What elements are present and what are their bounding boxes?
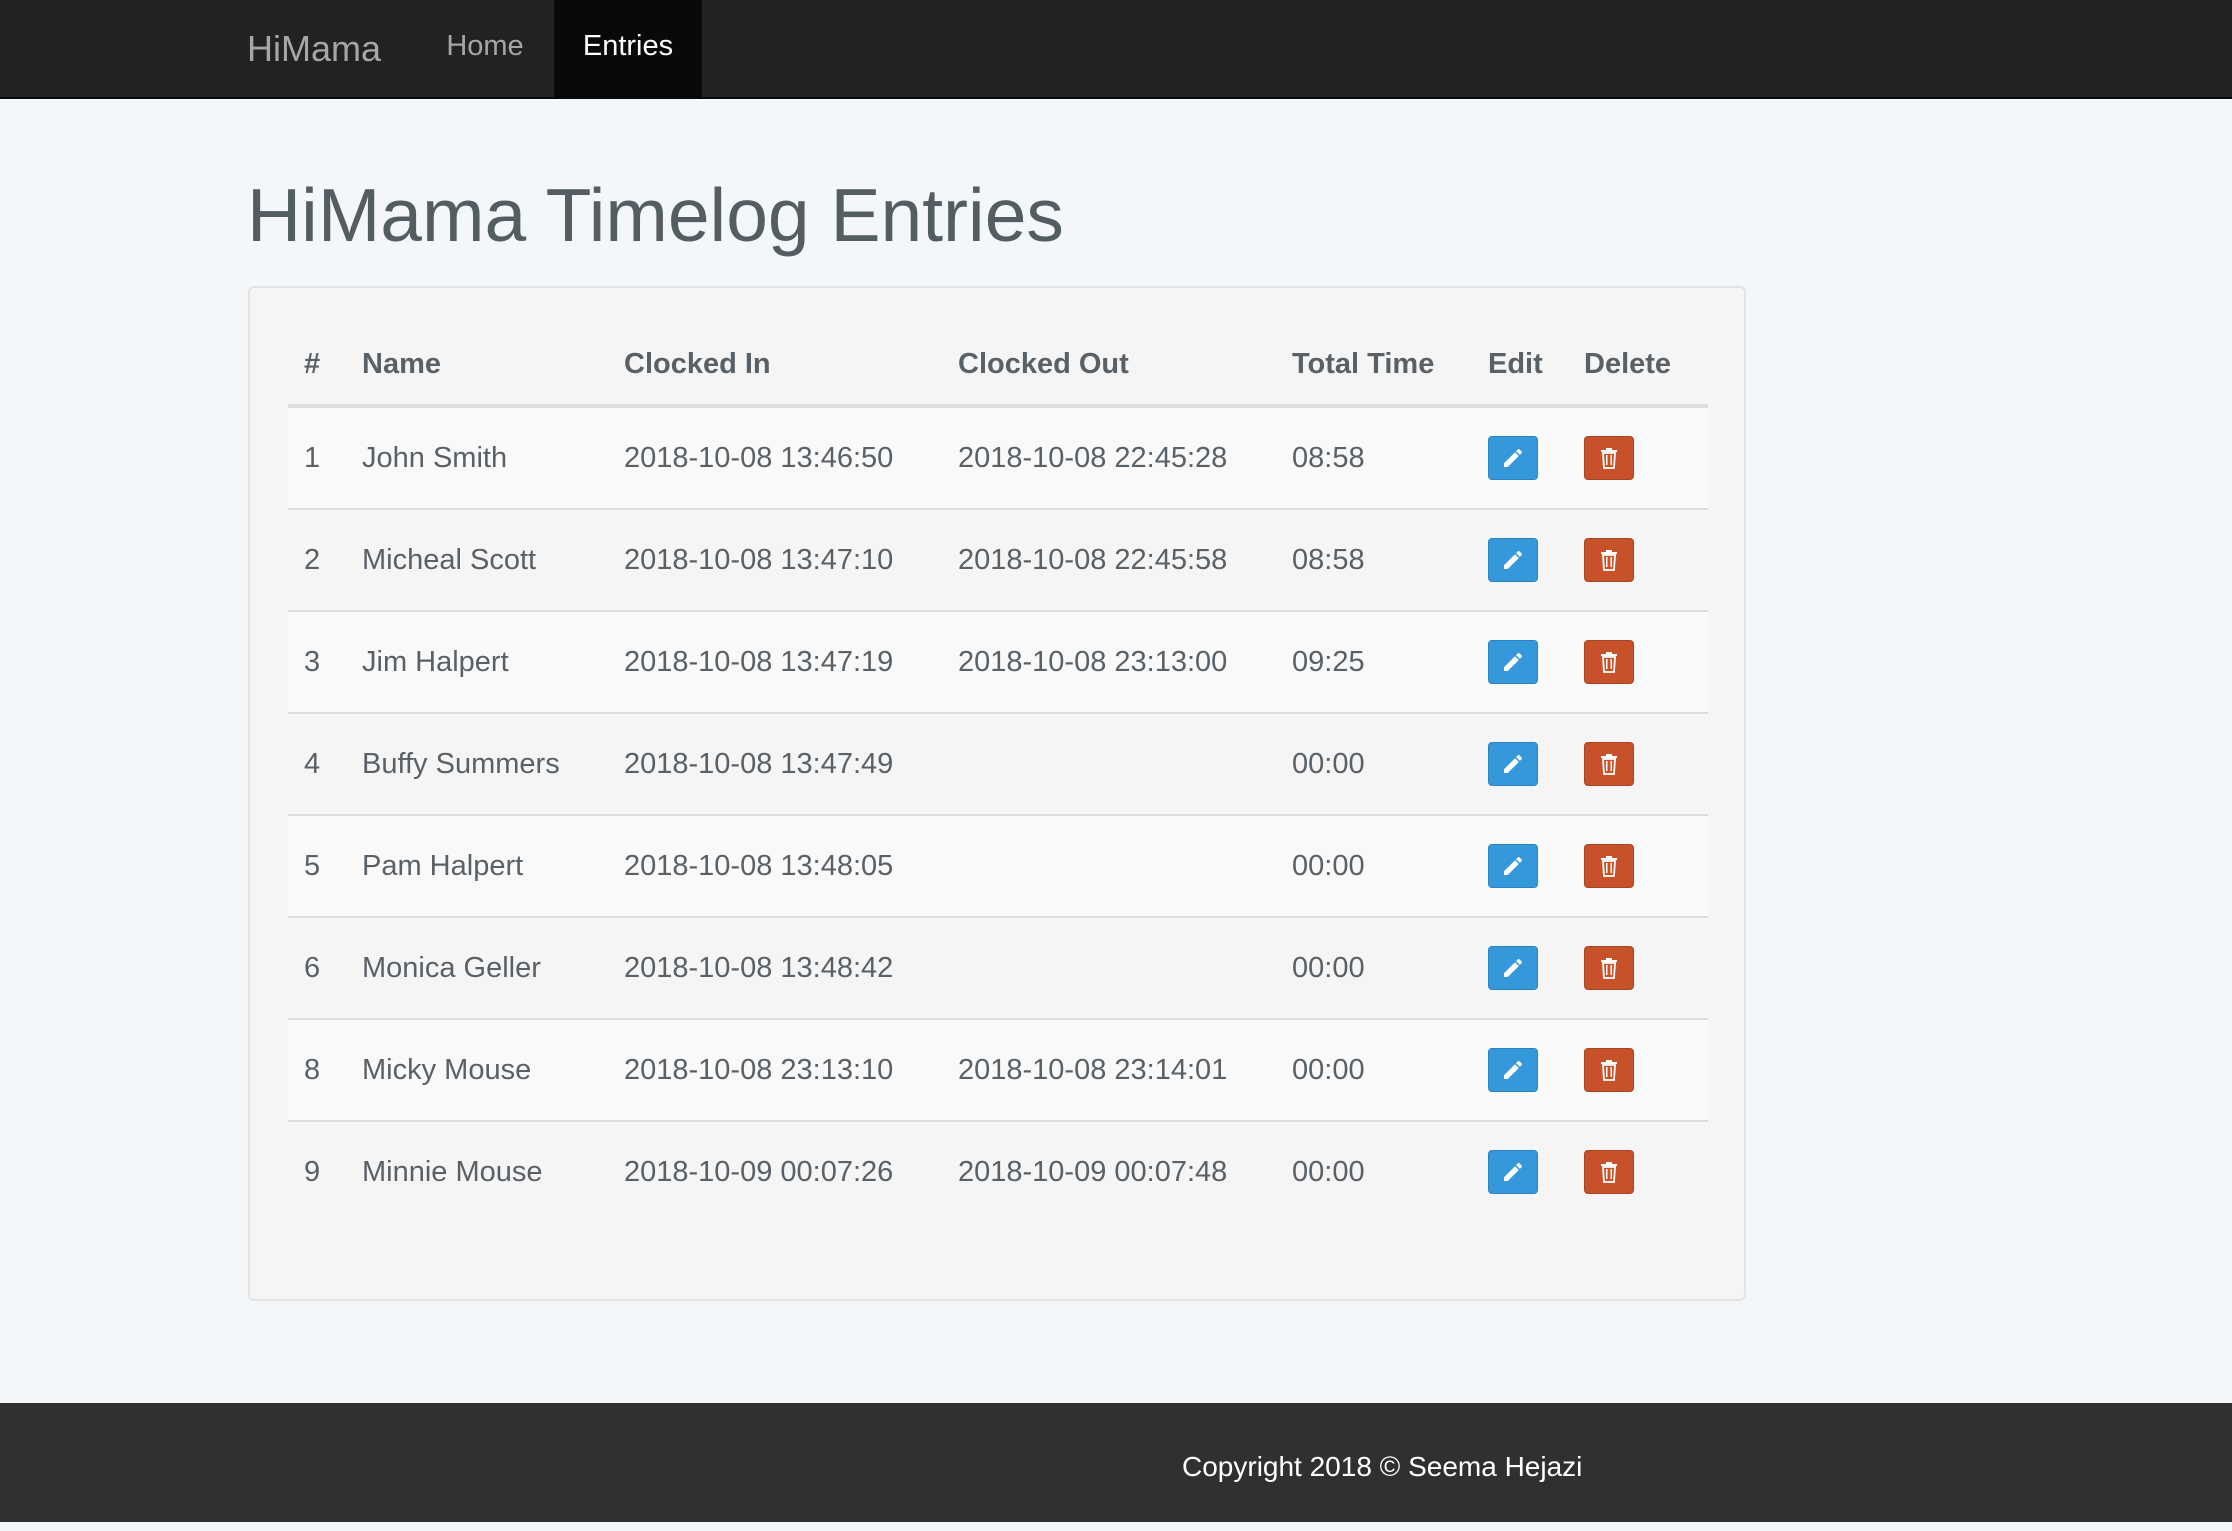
row-clocked-out: 2018-10-08 22:45:28 xyxy=(942,406,1276,509)
column-header-name: Name xyxy=(346,324,608,408)
row-name: Micheal Scott xyxy=(346,508,608,611)
edit-button[interactable] xyxy=(1488,640,1538,684)
row-delete-cell xyxy=(1568,1120,1708,1222)
column-header-number: # xyxy=(288,324,346,408)
column-header-clocked-out: Clocked Out xyxy=(942,324,1276,408)
column-header-total-time: Total Time xyxy=(1276,324,1472,408)
delete-button[interactable] xyxy=(1584,946,1634,990)
row-clocked-in: 2018-10-08 13:48:05 xyxy=(608,814,942,917)
row-clocked-out xyxy=(942,712,1276,815)
row-clocked-in: 2018-10-08 13:46:50 xyxy=(608,406,942,509)
row-total-time: 08:58 xyxy=(1276,508,1472,611)
row-clocked-in: 2018-10-08 13:47:19 xyxy=(608,610,942,713)
delete-button[interactable] xyxy=(1584,640,1634,684)
edit-button[interactable] xyxy=(1488,742,1538,786)
row-clocked-in: 2018-10-08 23:13:10 xyxy=(608,1018,942,1121)
row-delete-cell xyxy=(1568,712,1708,815)
row-clocked-in: 2018-10-08 13:48:42 xyxy=(608,916,942,1019)
row-number: 9 xyxy=(288,1120,346,1222)
page-title: HiMama Timelog Entries xyxy=(247,173,1064,257)
edit-button[interactable] xyxy=(1488,946,1538,990)
table-row: 4 Buffy Summers 2018-10-08 13:47:49 00:00 xyxy=(288,712,1708,815)
row-name: Jim Halpert xyxy=(346,610,608,713)
row-total-time: 00:00 xyxy=(1276,814,1472,917)
copyright-text: Copyright 2018 © Seema Hejazi xyxy=(1182,1451,1583,1482)
table-body: 1 John Smith 2018-10-08 13:46:50 2018-10-08… xyxy=(288,406,1708,1222)
delete-button[interactable] xyxy=(1584,436,1634,480)
delete-button[interactable] xyxy=(1584,1150,1634,1194)
nav-link-home[interactable]: Home xyxy=(418,0,552,97)
row-number: 2 xyxy=(288,508,346,611)
edit-button[interactable] xyxy=(1488,436,1538,480)
row-clocked-in: 2018-10-08 13:47:49 xyxy=(608,712,942,815)
row-name: Pam Halpert xyxy=(346,814,608,917)
brand-logo[interactable]: HiMama xyxy=(247,0,381,97)
row-total-time: 00:00 xyxy=(1276,1120,1472,1222)
table-row: 1 John Smith 2018-10-08 13:46:50 2018-10-08… xyxy=(288,406,1708,509)
table-row: 9 Minnie Mouse 2018-10-09 00:07:26 2018-10-… xyxy=(288,1120,1708,1222)
row-total-time: 08:58 xyxy=(1276,406,1472,509)
row-clocked-out: 2018-10-09 00:07:48 xyxy=(942,1120,1276,1222)
edit-button[interactable] xyxy=(1488,538,1538,582)
row-edit-cell xyxy=(1472,508,1568,611)
footer: Copyright 2018 © Seema Hejazi xyxy=(0,1403,2232,1522)
column-header-delete: Delete xyxy=(1568,324,1708,408)
row-name: John Smith xyxy=(346,406,608,509)
delete-button[interactable] xyxy=(1584,1048,1634,1092)
row-edit-cell xyxy=(1472,916,1568,1019)
row-edit-cell xyxy=(1472,1018,1568,1121)
delete-button[interactable] xyxy=(1584,742,1634,786)
row-edit-cell xyxy=(1472,406,1568,509)
entries-table: # Name Clocked In Clocked Out Total Time… xyxy=(288,324,1708,1222)
table-row: 5 Pam Halpert 2018-10-08 13:48:05 00:00 xyxy=(288,814,1708,917)
row-delete-cell xyxy=(1568,508,1708,611)
row-number: 8 xyxy=(288,1018,346,1121)
row-number: 1 xyxy=(288,406,346,509)
row-delete-cell xyxy=(1568,610,1708,713)
row-clocked-out xyxy=(942,814,1276,917)
table-row: 3 Jim Halpert 2018-10-08 13:47:19 2018-10-0… xyxy=(288,610,1708,713)
row-total-time: 09:25 xyxy=(1276,610,1472,713)
row-clocked-out: 2018-10-08 23:13:00 xyxy=(942,610,1276,713)
entries-panel: # Name Clocked In Clocked Out Total Time… xyxy=(248,286,1746,1301)
row-name: Monica Geller xyxy=(346,916,608,1019)
table-row: 6 Monica Geller 2018-10-08 13:48:42 00:00 xyxy=(288,916,1708,1019)
top-navbar: HiMama Home Entries xyxy=(0,0,2232,99)
table-row: 2 Micheal Scott 2018-10-08 13:47:10 2018-10… xyxy=(288,508,1708,611)
row-edit-cell xyxy=(1472,610,1568,713)
row-delete-cell xyxy=(1568,406,1708,509)
row-total-time: 00:00 xyxy=(1276,1018,1472,1121)
row-number: 5 xyxy=(288,814,346,917)
row-delete-cell xyxy=(1568,916,1708,1019)
row-name: Micky Mouse xyxy=(346,1018,608,1121)
row-clocked-out: 2018-10-08 23:14:01 xyxy=(942,1018,1276,1121)
table-header-row: # Name Clocked In Clocked Out Total Time… xyxy=(288,324,1708,408)
row-total-time: 00:00 xyxy=(1276,916,1472,1019)
row-name: Minnie Mouse xyxy=(346,1120,608,1222)
nav-link-entries[interactable]: Entries xyxy=(554,0,702,97)
row-edit-cell xyxy=(1472,1120,1568,1222)
row-clocked-in: 2018-10-08 13:47:10 xyxy=(608,508,942,611)
row-clocked-out: 2018-10-08 22:45:58 xyxy=(942,508,1276,611)
edit-button[interactable] xyxy=(1488,1048,1538,1092)
column-header-clocked-in: Clocked In xyxy=(608,324,942,408)
delete-button[interactable] xyxy=(1584,844,1634,888)
row-clocked-out xyxy=(942,916,1276,1019)
column-header-edit: Edit xyxy=(1472,324,1568,408)
row-name: Buffy Summers xyxy=(346,712,608,815)
row-delete-cell xyxy=(1568,1018,1708,1121)
delete-button[interactable] xyxy=(1584,538,1634,582)
row-number: 3 xyxy=(288,610,346,713)
row-clocked-in: 2018-10-09 00:07:26 xyxy=(608,1120,942,1222)
row-edit-cell xyxy=(1472,712,1568,815)
edit-button[interactable] xyxy=(1488,844,1538,888)
row-edit-cell xyxy=(1472,814,1568,917)
edit-button[interactable] xyxy=(1488,1150,1538,1194)
row-number: 6 xyxy=(288,916,346,1019)
row-delete-cell xyxy=(1568,814,1708,917)
row-total-time: 00:00 xyxy=(1276,712,1472,815)
row-number: 4 xyxy=(288,712,346,815)
table-row: 8 Micky Mouse 2018-10-08 23:13:10 2018-10-0… xyxy=(288,1018,1708,1121)
